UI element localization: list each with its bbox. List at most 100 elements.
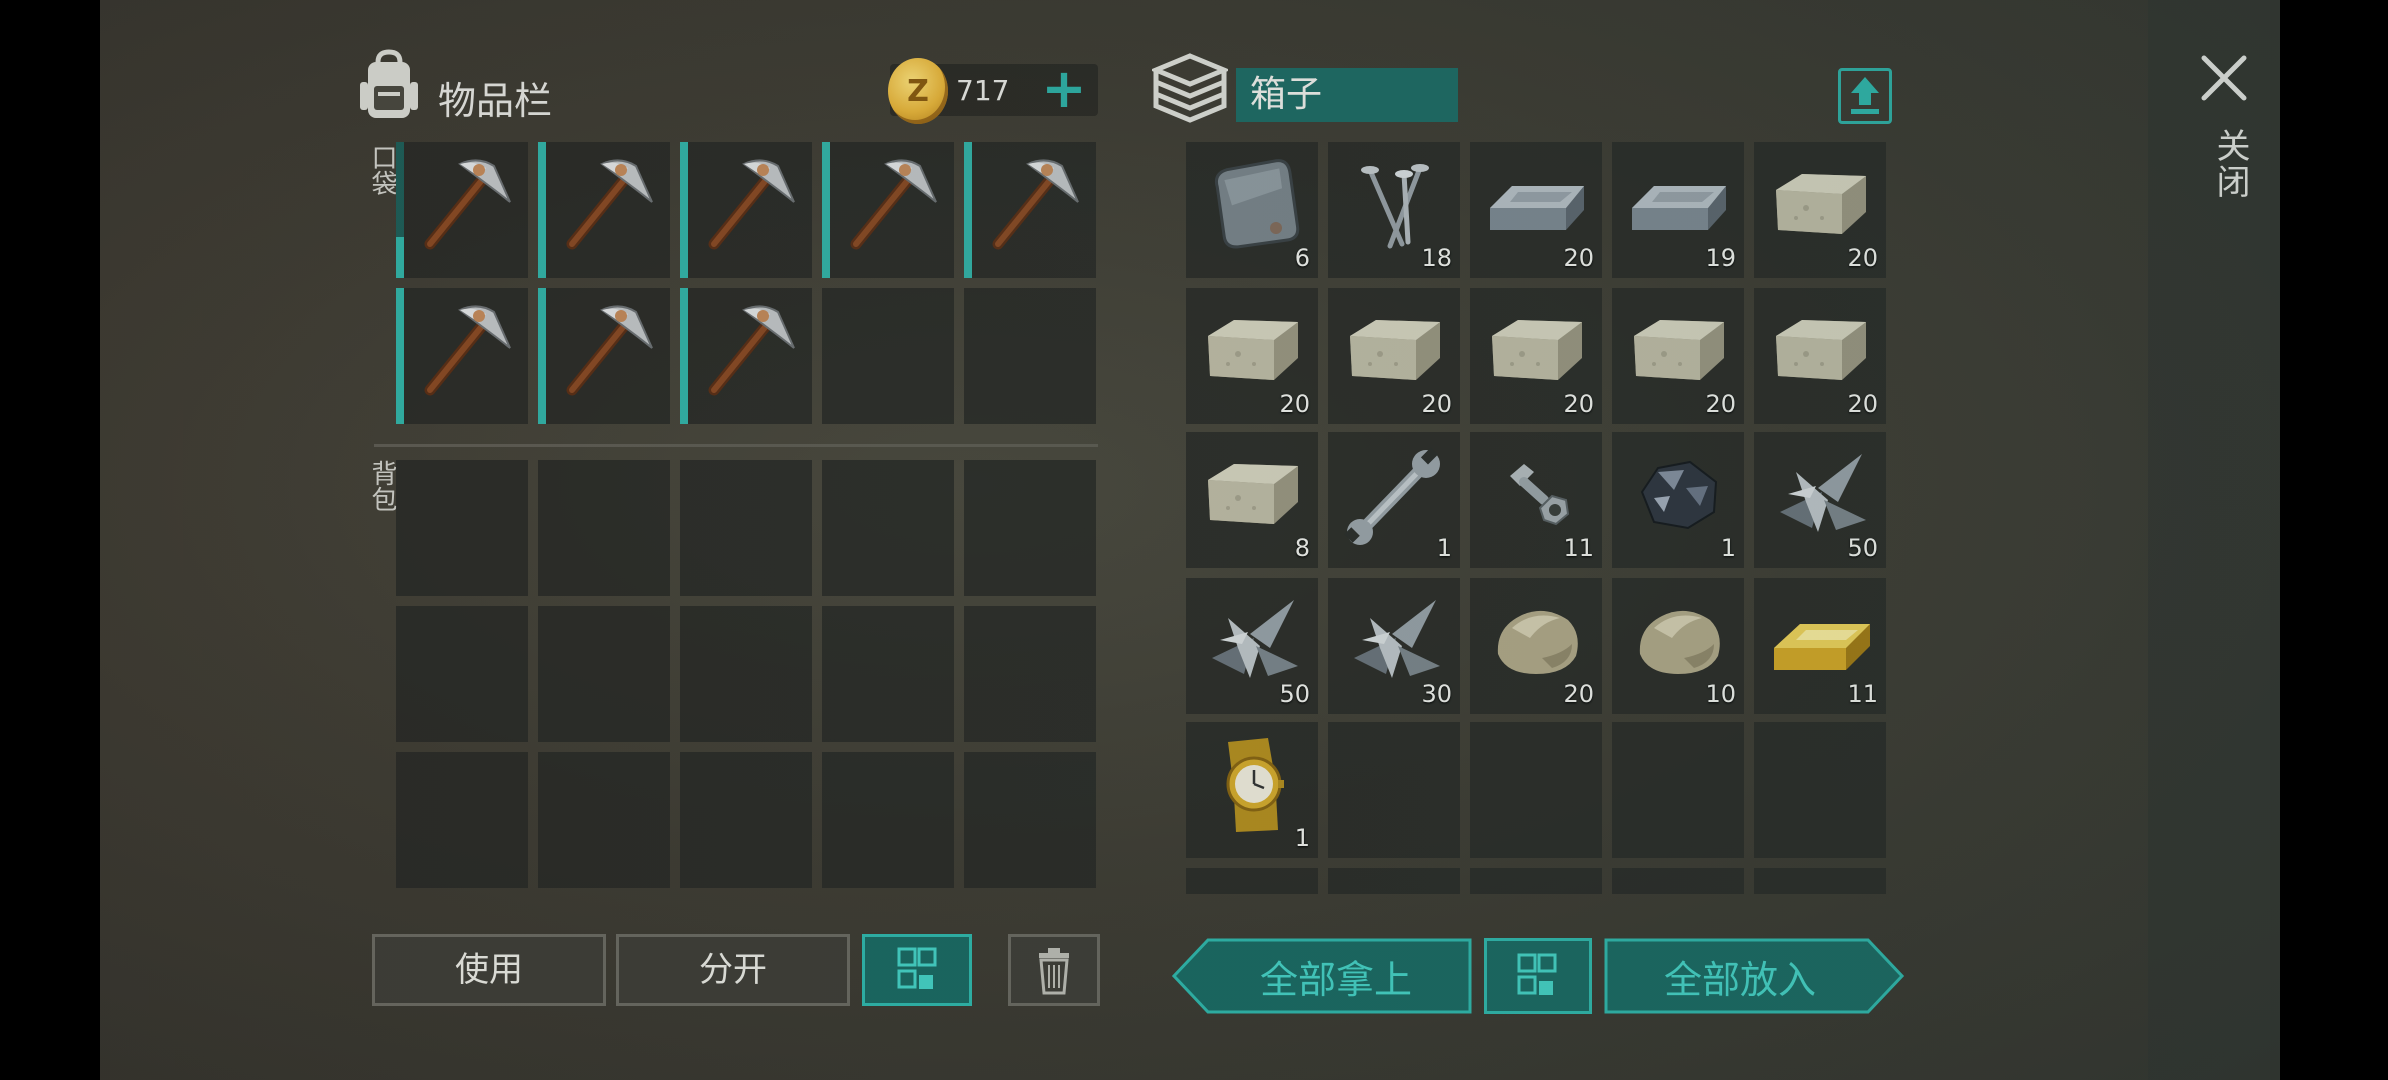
backpack-slot-empty[interactable]	[538, 752, 670, 888]
box-slot-empty[interactable]	[1612, 722, 1744, 858]
box-slot[interactable]: 1	[1186, 722, 1318, 858]
box-slot-empty[interactable]	[1328, 868, 1460, 894]
backpack-slot-empty[interactable]	[396, 752, 528, 888]
item-quantity: 20	[1847, 390, 1878, 418]
box-slot[interactable]: 20	[1470, 288, 1602, 424]
take-all-label: 全部拿上	[1259, 957, 1412, 1002]
gold-watch-icon	[1198, 732, 1308, 836]
box-slot[interactable]: 1	[1612, 432, 1744, 568]
box-slot-empty[interactable]	[1470, 722, 1602, 858]
box-slot-empty[interactable]	[1754, 868, 1886, 894]
box-slot[interactable]: 11	[1470, 432, 1602, 568]
backpack-slot-empty[interactable]	[822, 460, 954, 596]
item-quantity: 20	[1421, 390, 1452, 418]
upload-transfer-button[interactable]	[1838, 68, 1892, 124]
close-icon[interactable]	[2196, 50, 2252, 106]
backpack-slot-empty[interactable]	[538, 606, 670, 742]
box-slot[interactable]: 20	[1328, 288, 1460, 424]
stone-icon	[1624, 588, 1734, 692]
pocket-slot-empty[interactable]	[822, 288, 954, 424]
item-quantity: 30	[1421, 680, 1452, 708]
item-quantity: 20	[1563, 680, 1594, 708]
sort-inventory-button[interactable]	[862, 934, 972, 1006]
pocket-slot[interactable]	[396, 142, 528, 278]
pocket-slot[interactable]	[680, 288, 812, 424]
pickaxe-icon	[692, 298, 802, 402]
backpack-slot-empty[interactable]	[680, 460, 812, 596]
scrap-metal-icon	[1198, 588, 1308, 692]
box-slot[interactable]: 20	[1754, 288, 1886, 424]
upload-icon	[1851, 77, 1879, 114]
box-slot[interactable]: 11	[1754, 578, 1886, 714]
limestone-block-icon	[1624, 298, 1734, 402]
box-slot[interactable]: 8	[1186, 432, 1318, 568]
backpack-slot-empty[interactable]	[680, 606, 812, 742]
trash-button[interactable]	[1008, 934, 1100, 1006]
limestone-block-icon	[1340, 298, 1450, 402]
sort-box-button[interactable]	[1484, 938, 1592, 1014]
close-label[interactable]: 关闭	[2206, 128, 2255, 200]
use-button[interactable]: 使用	[372, 934, 606, 1006]
backpack-slot-empty[interactable]	[822, 752, 954, 888]
durability-bar	[680, 142, 688, 278]
durability-bar	[538, 142, 546, 278]
box-slot-empty[interactable]	[1754, 722, 1886, 858]
box-slot-empty[interactable]	[1186, 868, 1318, 894]
game-screen: 物品栏 Z 717 + 箱子 关闭 口袋 背包 6 18 20 19 20 20…	[100, 0, 2280, 1080]
add-gold-button[interactable]: +	[1036, 62, 1092, 116]
box-slot[interactable]: 50	[1754, 432, 1886, 568]
put-all-button[interactable]: 全部放入	[1604, 938, 1904, 1014]
iron-ingot-icon	[1624, 152, 1734, 256]
backpack-slot-empty[interactable]	[964, 606, 1096, 742]
pocket-slot-empty[interactable]	[964, 288, 1096, 424]
box-slot[interactable]: 20	[1470, 578, 1602, 714]
backpack-slot-empty[interactable]	[538, 460, 670, 596]
pocket-slot[interactable]	[538, 288, 670, 424]
split-button[interactable]: 分开	[616, 934, 850, 1006]
box-slot[interactable]: 20	[1612, 288, 1744, 424]
item-quantity: 20	[1563, 244, 1594, 272]
pocket-slot[interactable]	[822, 142, 954, 278]
box-slot[interactable]: 20	[1186, 288, 1318, 424]
backpack-slot-empty[interactable]	[964, 460, 1096, 596]
pocket-slot[interactable]	[680, 142, 812, 278]
metal-plate-icon	[1198, 152, 1308, 256]
box-slot-empty[interactable]	[1328, 722, 1460, 858]
pocket-slot[interactable]	[396, 288, 528, 424]
limestone-block-icon	[1198, 442, 1308, 546]
inventory-title: 物品栏	[438, 79, 553, 123]
box-slot[interactable]: 30	[1328, 578, 1460, 714]
pickaxe-icon	[834, 152, 944, 256]
box-slot[interactable]: 19	[1612, 142, 1744, 278]
box-slot[interactable]: 6	[1186, 142, 1318, 278]
wrench-icon	[1340, 442, 1450, 546]
item-quantity: 20	[1279, 390, 1310, 418]
pickaxe-icon	[550, 298, 660, 402]
backpack-slot-empty[interactable]	[396, 606, 528, 742]
box-slot[interactable]: 1	[1328, 432, 1460, 568]
durability-bar	[538, 288, 546, 424]
box-slot[interactable]: 20	[1754, 142, 1886, 278]
backpack-slot-empty[interactable]	[964, 752, 1096, 888]
item-quantity: 6	[1294, 244, 1310, 272]
pickaxe-icon	[550, 152, 660, 256]
box-slot-empty[interactable]	[1612, 868, 1744, 894]
box-name-field[interactable]: 箱子	[1236, 68, 1458, 122]
backpack-slot-empty[interactable]	[822, 606, 954, 742]
pocket-slot[interactable]	[964, 142, 1096, 278]
box-slot[interactable]: 10	[1612, 578, 1744, 714]
pocket-slot[interactable]	[538, 142, 670, 278]
item-quantity: 20	[1705, 390, 1736, 418]
backpack-slot-empty[interactable]	[680, 752, 812, 888]
box-slot[interactable]: 18	[1328, 142, 1460, 278]
put-all-label: 全部放入	[1663, 957, 1816, 1002]
box-slot[interactable]: 50	[1186, 578, 1318, 714]
nails-icon	[1340, 152, 1450, 256]
box-slot[interactable]: 20	[1470, 142, 1602, 278]
bolt-nut-icon	[1482, 442, 1592, 546]
box-slot-empty[interactable]	[1470, 868, 1602, 894]
backpack-slot-empty[interactable]	[396, 460, 528, 596]
item-quantity: 50	[1279, 680, 1310, 708]
item-quantity: 8	[1294, 534, 1310, 562]
take-all-button[interactable]: 全部拿上	[1172, 938, 1472, 1014]
